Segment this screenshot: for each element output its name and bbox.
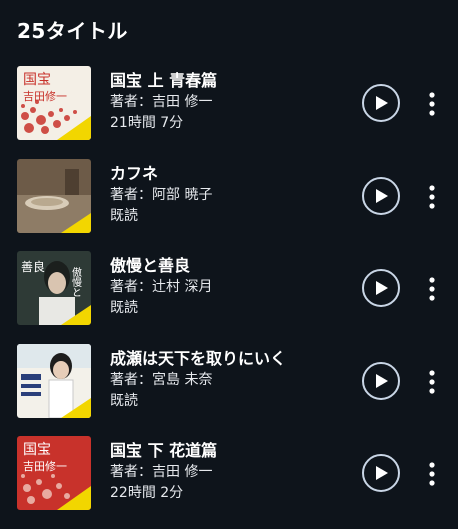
book-cover-kafune[interactable] [17, 158, 91, 233]
book-row[interactable]: 成瀬は天下を取りにいく 著者：宮島 未奈 既読 [0, 343, 458, 437]
play-icon [376, 188, 388, 203]
book-status: 既読 [110, 392, 138, 409]
play-icon [376, 466, 388, 481]
play-button[interactable] [362, 176, 400, 215]
play-button[interactable] [362, 361, 400, 400]
play-button[interactable] [362, 84, 400, 122]
kokuho-jo-cover-art: 国宝 吉田修一 [17, 66, 91, 140]
book-info: 成瀬は天下を取りにいく 著者：宮島 未奈 既読 [110, 348, 340, 412]
book-row[interactable]: カフネ 著者：阿部 暁子 既読 [0, 158, 458, 252]
book-title: 国宝 上 青春篇 [110, 71, 218, 90]
book-list: 国宝 吉田修一 国宝 上 青春篇 著者：吉田 修一 21時間 7分 カフネ 著者… [0, 66, 458, 529]
svg-text:傲慢と: 傲慢と [70, 267, 82, 297]
more-options-button[interactable] [420, 462, 444, 486]
book-cover-kokuho-ge[interactable]: 国宝 吉田修一 [17, 436, 91, 511]
kokuho-ge-cover-art: 国宝 吉田修一 [17, 436, 91, 511]
more-vertical-icon [429, 370, 435, 394]
play-button[interactable] [362, 454, 400, 493]
book-title: 傲慢と善良 [110, 256, 191, 276]
book-cover-naruse[interactable] [17, 343, 91, 418]
play-icon [376, 96, 388, 110]
naruse-cover-art [17, 343, 91, 418]
book-duration: 21時間 7分 [110, 115, 184, 131]
book-row[interactable]: 国宝 吉田修一 国宝 上 青春篇 著者：吉田 修一 21時間 7分 [0, 66, 458, 159]
book-info: 国宝 上 青春篇 著者：吉田 修一 21時間 7分 [110, 70, 340, 134]
svg-text:国宝: 国宝 [23, 442, 51, 458]
book-author: 著者：吉田 修一 [110, 94, 213, 110]
svg-text:善良: 善良 [21, 259, 45, 274]
more-vertical-icon [429, 277, 435, 301]
title-count: 25タイトル [17, 19, 128, 43]
book-title: 国宝 下 花道篇 [110, 441, 218, 461]
book-row[interactable]: 国宝 吉田修一 国宝 下 花道篇 著者：吉田 修一 22時間 2分 [0, 436, 458, 529]
book-info: 傲慢と善良 著者：辻村 深月 既読 [110, 255, 340, 319]
book-duration: 22時間 2分 [110, 485, 184, 502]
play-button[interactable] [362, 269, 400, 308]
more-options-button[interactable] [420, 184, 444, 209]
svg-text:吉田修一: 吉田修一 [23, 459, 67, 473]
book-row[interactable]: 善良 傲慢と 傲慢と善良 著者：辻村 深月 既読 [0, 251, 458, 344]
goman-to-zenryo-cover-art: 善良 傲慢と [17, 251, 91, 326]
svg-text:国宝: 国宝 [23, 72, 51, 88]
play-icon [376, 373, 388, 388]
book-author: 著者：吉田 修一 [110, 464, 213, 481]
book-title: カフネ [110, 163, 159, 183]
book-status: 既読 [110, 300, 138, 317]
kafune-cover-art [17, 158, 91, 233]
book-author: 著者：宮島 未奈 [110, 371, 213, 388]
more-options-button[interactable] [420, 277, 444, 301]
more-options-button[interactable] [420, 370, 444, 394]
book-title: 成瀬は天下を取りにいく [110, 348, 287, 368]
book-info: カフネ 著者：阿部 暁子 既読 [110, 163, 340, 227]
book-author: 著者：阿部 暁子 [110, 186, 213, 203]
play-icon [376, 281, 388, 296]
book-info: 国宝 下 花道篇 著者：吉田 修一 22時間 2分 [110, 440, 340, 504]
more-vertical-icon [429, 184, 435, 209]
more-vertical-icon [429, 462, 435, 486]
svg-text:吉田修一: 吉田修一 [23, 89, 67, 103]
more-options-button[interactable] [420, 92, 444, 116]
book-cover-kokuho-jo[interactable]: 国宝 吉田修一 [17, 66, 91, 140]
book-cover-goman-to-zenryo[interactable]: 善良 傲慢と [17, 251, 91, 326]
book-status: 既読 [110, 207, 138, 224]
more-vertical-icon [429, 92, 435, 116]
book-author: 著者：辻村 深月 [110, 279, 213, 296]
